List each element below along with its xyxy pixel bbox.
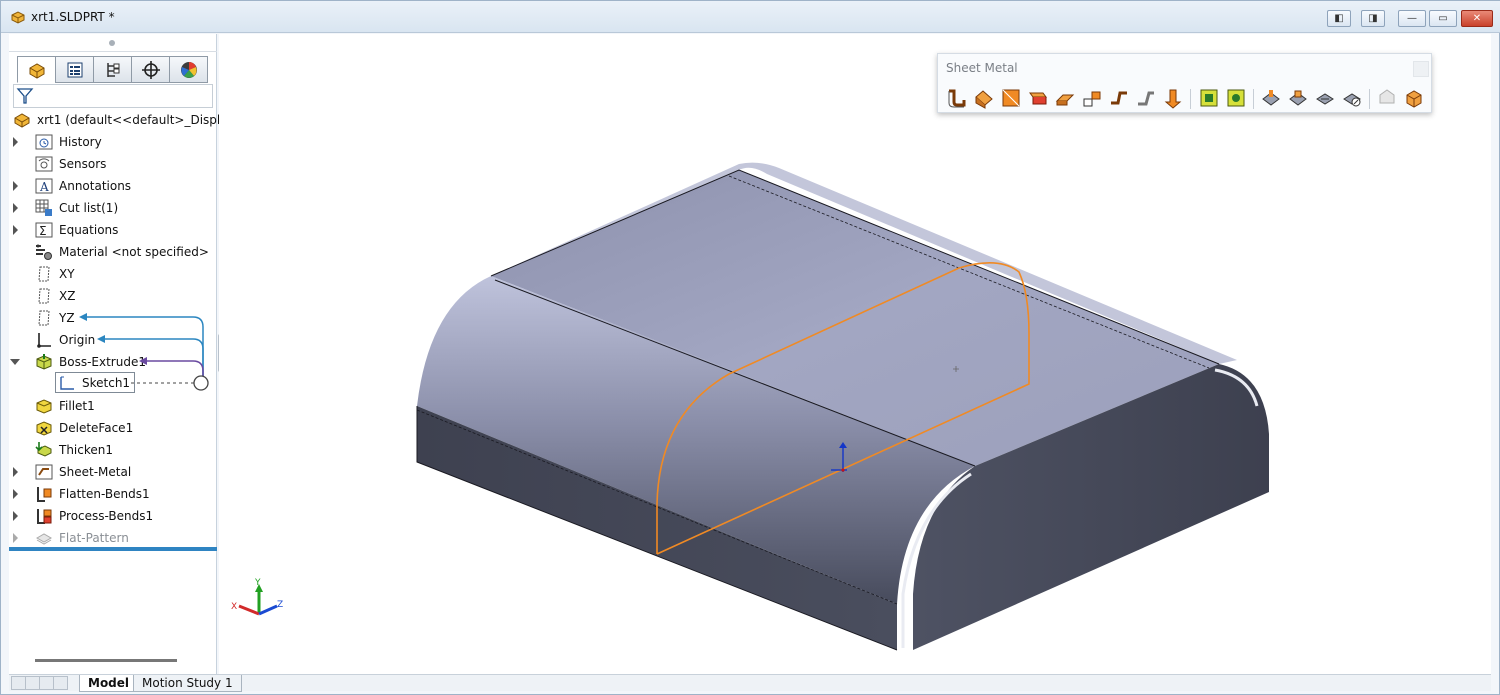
- tab-motion-study[interactable]: Motion Study 1: [133, 675, 242, 692]
- tree-root-label: xrt1 (default<<default>_Display S: [37, 113, 247, 127]
- title-bar: xrt1.SLDPRT * ◧ ◨ — ▭ ✕: [1, 1, 1500, 33]
- featuremanager-icon: [29, 62, 44, 79]
- toolbar-separator: [1369, 89, 1370, 109]
- svg-text:Σ: Σ: [39, 224, 47, 238]
- triad-y-label: Y: [254, 578, 261, 588]
- tab-model[interactable]: Model: [79, 675, 139, 692]
- toolbar-separator: [1190, 89, 1191, 109]
- tree-item-equations[interactable]: Σ Equations: [13, 219, 119, 241]
- window-title: xrt1.SLDPRT *: [31, 10, 115, 24]
- filter-icon[interactable]: [16, 87, 34, 105]
- tree-item-cut-list[interactable]: Cut list(1): [13, 197, 119, 219]
- tree-item-history[interactable]: History: [13, 131, 102, 153]
- restore-left-button[interactable]: ◧: [1327, 10, 1351, 27]
- welded-corner-icon[interactable]: [1225, 87, 1247, 109]
- close-button[interactable]: ✕: [1461, 10, 1493, 27]
- lofted-bend-icon[interactable]: [1000, 87, 1022, 109]
- tab-scroll-arrows[interactable]: [11, 676, 68, 690]
- filter-bar[interactable]: [13, 84, 213, 108]
- tree-item-material[interactable]: Material <not specified>: [35, 241, 209, 263]
- part-document-icon: [11, 11, 25, 24]
- expand-arrow[interactable]: [13, 181, 18, 191]
- miter-flange-icon[interactable]: [1054, 87, 1076, 109]
- crosshair-icon: [141, 60, 160, 79]
- model-view[interactable]: Y X Z: [219, 34, 1491, 674]
- triad-x-label: X: [231, 602, 237, 612]
- dependency-arrows: [79, 313, 209, 391]
- history-icon: [35, 133, 53, 151]
- cut-list-icon: [35, 199, 53, 217]
- rollback-bar[interactable]: [9, 547, 217, 551]
- vent-icon[interactable]: [1314, 87, 1336, 109]
- edge-flange-icon[interactable]: [1027, 87, 1049, 109]
- restore-right-button[interactable]: ◨: [1361, 10, 1385, 27]
- tab-display-manager[interactable]: [169, 56, 208, 83]
- display-manager-icon: [180, 61, 197, 78]
- grip-dot: [109, 40, 115, 46]
- material-icon: [35, 243, 53, 261]
- base-flange-icon[interactable]: [946, 87, 968, 109]
- graphics-area[interactable]: Y X Z: [219, 34, 1491, 674]
- cross-break-icon[interactable]: [1162, 87, 1184, 109]
- corner-relief-icon[interactable]: [1341, 87, 1363, 109]
- hem-icon[interactable]: [1081, 87, 1103, 109]
- tree-item-annotations[interactable]: A Annotations: [13, 175, 132, 197]
- first-tab-arrow[interactable]: [11, 676, 26, 690]
- manager-tabs: [17, 56, 213, 83]
- tree-item-label: Sensors: [59, 157, 107, 171]
- tree-item-label: History: [59, 135, 102, 149]
- minimize-button[interactable]: —: [1398, 10, 1426, 27]
- sketched-bend-icon[interactable]: [1135, 87, 1157, 109]
- prev-tab-arrow[interactable]: [25, 676, 40, 690]
- tree-item-label: Cut list(1): [59, 201, 119, 215]
- svg-text:A: A: [39, 180, 49, 194]
- tab-propertymanager[interactable]: [55, 56, 94, 83]
- tab-and-slot-icon[interactable]: [1287, 87, 1309, 109]
- view-triad: Y X Z: [231, 578, 283, 616]
- solidworks-window: xrt1.SLDPRT * ◧ ◨ — ▭ ✕ xrt1 (default<<d…: [0, 0, 1500, 695]
- panel-grip[interactable]: [9, 34, 217, 52]
- feature-manager-panel: xrt1 (default<<default>_Display S Histor…: [9, 34, 246, 674]
- expand-arrow[interactable]: [13, 203, 18, 213]
- tab-configurationmanager[interactable]: [93, 56, 132, 83]
- tree-item-sensors[interactable]: Sensors: [35, 153, 106, 175]
- tab-dimxpert[interactable]: [131, 56, 170, 83]
- tree-item-label: Annotations: [59, 179, 132, 193]
- toolbar-separator: [1253, 89, 1254, 109]
- triad-z-label: Z: [277, 600, 283, 610]
- horizontal-scrollbar[interactable]: [35, 659, 177, 662]
- expand-arrow[interactable]: [13, 137, 18, 147]
- bottom-tab-bar: Model Motion Study 1: [9, 674, 1491, 692]
- tree-item-plane-xy[interactable]: XY: [35, 263, 75, 285]
- fold-icon[interactable]: [1403, 87, 1425, 109]
- annotations-icon: A: [35, 177, 53, 195]
- maximize-button[interactable]: ▭: [1429, 10, 1457, 27]
- next-tab-arrow[interactable]: [39, 676, 54, 690]
- tree-item-label: Equations: [59, 223, 119, 237]
- tree-root[interactable]: xrt1 (default<<default>_Display S: [13, 109, 246, 131]
- equations-icon: Σ: [35, 221, 53, 239]
- jog-icon[interactable]: [1108, 87, 1130, 109]
- tab-featuremanager[interactable]: [17, 56, 56, 83]
- toolbar-close-button[interactable]: [1413, 61, 1429, 77]
- unfold-icon[interactable]: [1376, 87, 1398, 109]
- configurationmanager-icon: [106, 62, 119, 77]
- last-tab-arrow[interactable]: [53, 676, 68, 690]
- tree-item-label: XY: [59, 267, 75, 281]
- convert-to-sheet-metal-icon[interactable]: [973, 87, 995, 109]
- propertymanager-icon: [67, 62, 82, 77]
- expand-arrow[interactable]: [13, 225, 18, 235]
- closed-corner-icon[interactable]: [1198, 87, 1220, 109]
- tree-item-label: Material <not specified>: [59, 245, 209, 259]
- forming-tool-icon[interactable]: [1260, 87, 1282, 109]
- part-icon: [13, 111, 31, 129]
- plane-icon: [35, 265, 53, 283]
- toolbar-title: Sheet Metal: [946, 61, 1018, 75]
- sheet-metal-toolbar: Sheet Metal: [937, 53, 1432, 113]
- sensor-icon: [35, 155, 53, 173]
